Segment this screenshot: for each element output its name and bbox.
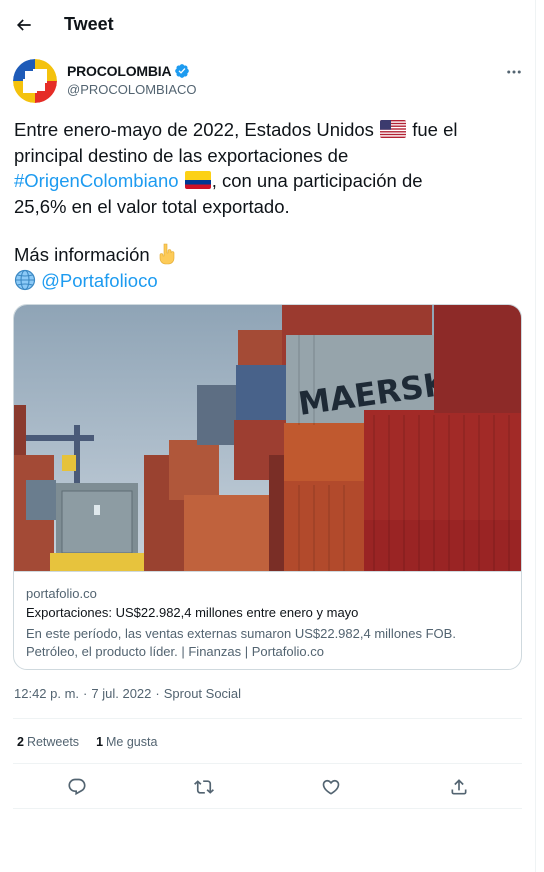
card-image: MAERSK	[14, 305, 521, 571]
card-domain: portafolio.co	[26, 586, 97, 601]
tweet-text-segment: , con una participación de	[211, 170, 423, 191]
pointing-down-icon	[159, 243, 175, 265]
tweet-source[interactable]: Sprout Social	[164, 686, 241, 701]
globe-icon	[14, 269, 36, 290]
divider	[13, 718, 522, 719]
us-flag-icon	[380, 120, 407, 138]
tweet-stats: 2 Retweets 1 Me gusta	[17, 735, 157, 749]
like-icon	[322, 779, 340, 795]
author-name: PROCOLOMBIA	[67, 63, 172, 79]
divider	[13, 763, 522, 764]
divider	[13, 808, 522, 809]
colombia-flag-icon	[184, 171, 211, 189]
author-handle[interactable]: @PROCOLOMBIACO	[67, 82, 197, 97]
tweet-actions	[13, 770, 522, 804]
card-title: Exportaciones: US$22.982,4 millones entr…	[26, 605, 359, 620]
tweet-text-line: principal destino de las exportaciones d…	[14, 144, 349, 166]
like-button[interactable]	[318, 774, 344, 800]
separator: ·	[83, 686, 88, 701]
share-icon	[451, 779, 467, 795]
retweet-icon	[194, 780, 214, 794]
likes-label: Me gusta	[106, 735, 158, 749]
verified-icon	[175, 64, 190, 78]
avatar[interactable]	[13, 59, 57, 103]
tweet-text-segment: fue el	[412, 119, 458, 140]
page-title: Tweet	[64, 14, 114, 34]
tweet-timestamp: 12:42 p. m. · 7 jul. 2022 · Sprout Socia…	[14, 686, 241, 701]
tweet-date[interactable]: 7 jul. 2022	[91, 686, 151, 701]
more-button[interactable]	[502, 60, 526, 84]
hashtag-link[interactable]: #OrigenColombiano	[14, 170, 179, 191]
tweet-text-line: 25,6% en el valor total exportado.	[14, 195, 290, 217]
likes-stat[interactable]: 1 Me gusta	[96, 735, 157, 749]
share-button[interactable]	[446, 774, 472, 800]
tweet-text-segment: Entre enero-mayo de 2022, Estados Unidos	[14, 119, 374, 140]
card-divider	[14, 571, 521, 572]
tweet-text: Entre enero-mayo de 2022, Estados Unidos…	[14, 117, 524, 293]
retweet-button[interactable]	[191, 774, 217, 800]
reply-button[interactable]	[64, 774, 90, 800]
likes-count: 1	[96, 735, 104, 749]
page-header: Tweet	[0, 0, 535, 50]
more-icon	[507, 70, 521, 74]
retweets-stat[interactable]: 2 Retweets	[17, 735, 79, 749]
more-info-text: Más información	[14, 244, 150, 265]
tweet-time[interactable]: 12:42 p. m.	[14, 686, 79, 701]
card-description: En este período, las ventas externas sum…	[26, 626, 456, 659]
separator: ·	[155, 686, 160, 701]
retweets-count: 2	[17, 735, 24, 749]
mention-link[interactable]: @Portafolioco	[41, 270, 157, 291]
frame-edge	[535, 0, 536, 872]
back-button[interactable]	[9, 10, 39, 40]
reply-icon	[68, 778, 86, 796]
link-card[interactable]: MAERSK portafolio.co Exportaciones: US$2…	[13, 304, 522, 670]
retweets-label: Retweets	[26, 735, 80, 749]
author-name-row[interactable]: PROCOLOMBIA	[67, 63, 190, 79]
back-arrow-icon	[16, 19, 31, 31]
